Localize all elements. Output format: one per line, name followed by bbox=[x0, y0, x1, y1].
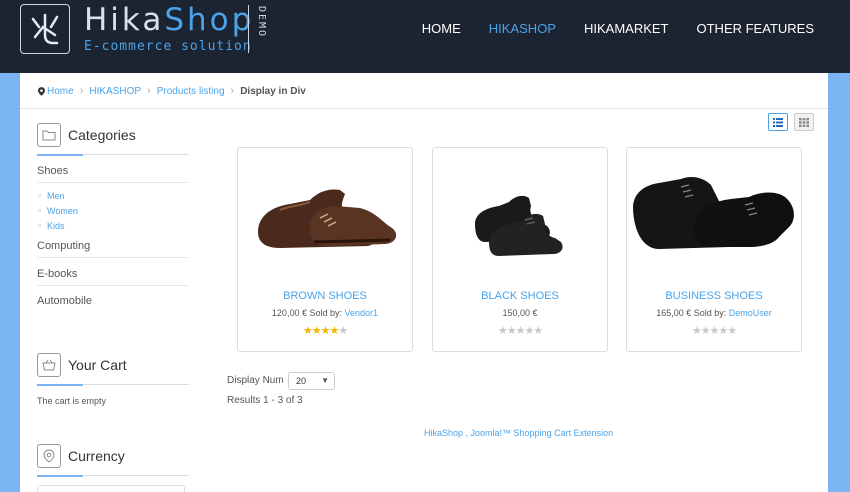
map-marker-icon bbox=[37, 444, 61, 468]
black-shoes-image bbox=[475, 195, 563, 256]
breadcrumb-separator-icon: › bbox=[230, 85, 235, 97]
brown-shoes-image bbox=[258, 189, 397, 248]
logo-divider bbox=[248, 5, 249, 53]
star-icon[interactable]: ★ bbox=[727, 325, 737, 337]
grid-view-icon bbox=[799, 117, 809, 127]
sold-by-label: Sold by: bbox=[693, 308, 727, 318]
breadcrumb-separator-icon: › bbox=[147, 85, 151, 97]
breadcrumb-hikashop[interactable]: HIKASHOP bbox=[89, 86, 141, 97]
site-header: HikaShop E-commerce solution DEMO HOME H… bbox=[0, 0, 850, 73]
cart-status: The cart is empty bbox=[37, 396, 107, 406]
cart-title-rule bbox=[37, 384, 189, 386]
product-card[interactable]: BROWN SHOES 120,00 € Sold by: Vendor1 ★★… bbox=[237, 147, 413, 352]
brand-name[interactable]: HikaShop bbox=[84, 2, 254, 38]
business-shoes-image bbox=[633, 177, 794, 249]
category-computing[interactable]: Computing bbox=[37, 240, 189, 252]
product-image[interactable] bbox=[433, 148, 607, 276]
categories-title: Categories bbox=[68, 127, 136, 143]
brand-name-part2: Shop bbox=[164, 2, 255, 38]
results-count: Results 1 - 3 of 3 bbox=[227, 395, 303, 406]
category-automobile[interactable]: Automobile bbox=[37, 295, 189, 307]
basket-icon bbox=[37, 353, 61, 377]
star-icon[interactable]: ★ bbox=[303, 325, 313, 337]
breadcrumb-products-listing[interactable]: Products listing bbox=[157, 86, 225, 97]
list-view-icon bbox=[773, 117, 783, 127]
location-pin-icon bbox=[38, 86, 45, 96]
breadcrumb-current: Display in Div bbox=[240, 85, 306, 97]
vendor-link[interactable]: DemoUser bbox=[729, 308, 772, 318]
cart-module-header: Your Cart bbox=[37, 353, 127, 377]
star-icon[interactable]: ★ bbox=[338, 325, 348, 337]
nav-other-features[interactable]: OTHER FEATURES bbox=[697, 21, 815, 36]
product-image[interactable] bbox=[627, 148, 801, 276]
product-rating[interactable]: ★★★★★ bbox=[433, 324, 607, 337]
nav-home[interactable]: HOME bbox=[422, 21, 461, 36]
star-icon[interactable]: ★ bbox=[498, 325, 508, 337]
nav-hikamarket[interactable]: HIKAMARKET bbox=[584, 21, 669, 36]
product-price: 120,00 € Sold by: Vendor1 bbox=[238, 308, 412, 318]
grid-view-button[interactable] bbox=[794, 113, 814, 131]
vendor-link[interactable]: Vendor1 bbox=[345, 308, 379, 318]
product-card[interactable]: BUSINESS SHOES 165,00 € Sold by: DemoUse… bbox=[626, 147, 802, 352]
star-icon[interactable]: ★ bbox=[533, 325, 543, 337]
star-icon[interactable]: ★ bbox=[507, 325, 517, 337]
subcategory-women[interactable]: Women bbox=[38, 205, 78, 216]
folder-icon bbox=[37, 123, 61, 147]
product-price-value: 120,00 € bbox=[271, 308, 307, 318]
product-name[interactable]: BLACK SHOES bbox=[433, 290, 607, 302]
star-icon[interactable]: ★ bbox=[718, 325, 728, 337]
currency-select[interactable] bbox=[37, 485, 185, 492]
category-divider bbox=[37, 257, 189, 258]
currency-title: Currency bbox=[68, 448, 125, 464]
subcategory-men[interactable]: Men bbox=[38, 190, 64, 201]
star-icon[interactable]: ★ bbox=[524, 325, 534, 337]
product-name[interactable]: BUSINESS SHOES bbox=[627, 290, 801, 302]
product-price: 150,00 € bbox=[433, 308, 607, 318]
product-rating[interactable]: ★★★★★ bbox=[627, 324, 801, 337]
breadcrumb: Home › HIKASHOP › Products listing › Dis… bbox=[38, 85, 306, 97]
breadcrumb-separator-icon: › bbox=[79, 85, 84, 97]
categories-title-rule bbox=[37, 154, 189, 156]
star-icon[interactable]: ★ bbox=[312, 325, 322, 337]
product-price-value: 165,00 € bbox=[656, 308, 692, 318]
breadcrumb-home[interactable]: Home bbox=[47, 86, 74, 97]
currency-title-accent bbox=[37, 475, 83, 477]
star-icon[interactable]: ★ bbox=[692, 325, 702, 337]
category-divider bbox=[37, 182, 189, 183]
chevron-down-icon: ▼ bbox=[321, 376, 329, 385]
logo-icon[interactable] bbox=[20, 4, 70, 54]
footer-link[interactable]: HikaShop , Joomla!™ Shopping Cart Extens… bbox=[424, 428, 613, 438]
breadcrumb-divider bbox=[20, 108, 828, 109]
main-content: Home › HIKASHOP › Products listing › Dis… bbox=[20, 73, 828, 492]
brand-tagline: E-commerce solution bbox=[84, 39, 252, 54]
display-num-select[interactable]: 20 ▼ bbox=[288, 372, 335, 390]
categories-module-header: Categories bbox=[37, 123, 136, 147]
star-icon[interactable]: ★ bbox=[329, 325, 339, 337]
category-shoes[interactable]: Shoes bbox=[37, 165, 189, 177]
product-image[interactable] bbox=[238, 148, 412, 276]
brand-name-part1: Hika bbox=[84, 2, 165, 38]
list-view-button[interactable] bbox=[768, 113, 788, 131]
product-price: 165,00 € Sold by: DemoUser bbox=[627, 308, 801, 318]
cart-title-accent bbox=[37, 384, 83, 386]
nav-hikashop[interactable]: HIKASHOP bbox=[489, 21, 556, 36]
cart-title: Your Cart bbox=[68, 357, 127, 373]
main-nav: HOME HIKASHOP HIKAMARKET OTHER FEATURES bbox=[422, 21, 814, 36]
product-rating[interactable]: ★★★★★ bbox=[238, 324, 412, 337]
star-icon[interactable]: ★ bbox=[701, 325, 711, 337]
demo-label: DEMO bbox=[256, 6, 267, 39]
product-name[interactable]: BROWN SHOES bbox=[238, 290, 412, 302]
product-price-value: 150,00 € bbox=[502, 308, 538, 318]
display-num-value: 20 bbox=[296, 376, 307, 386]
subcategory-kids[interactable]: Kids bbox=[38, 220, 64, 231]
category-divider bbox=[37, 285, 189, 286]
product-card[interactable]: BLACK SHOES 150,00 € ★★★★★ bbox=[432, 147, 608, 352]
category-ebooks[interactable]: E-books bbox=[37, 268, 189, 280]
categories-title-accent bbox=[37, 154, 83, 156]
currency-title-rule bbox=[37, 475, 189, 477]
sold-by-label: Sold by: bbox=[309, 308, 343, 318]
display-num-label: Display Num bbox=[227, 375, 284, 386]
currency-module-header: Currency bbox=[37, 444, 125, 468]
